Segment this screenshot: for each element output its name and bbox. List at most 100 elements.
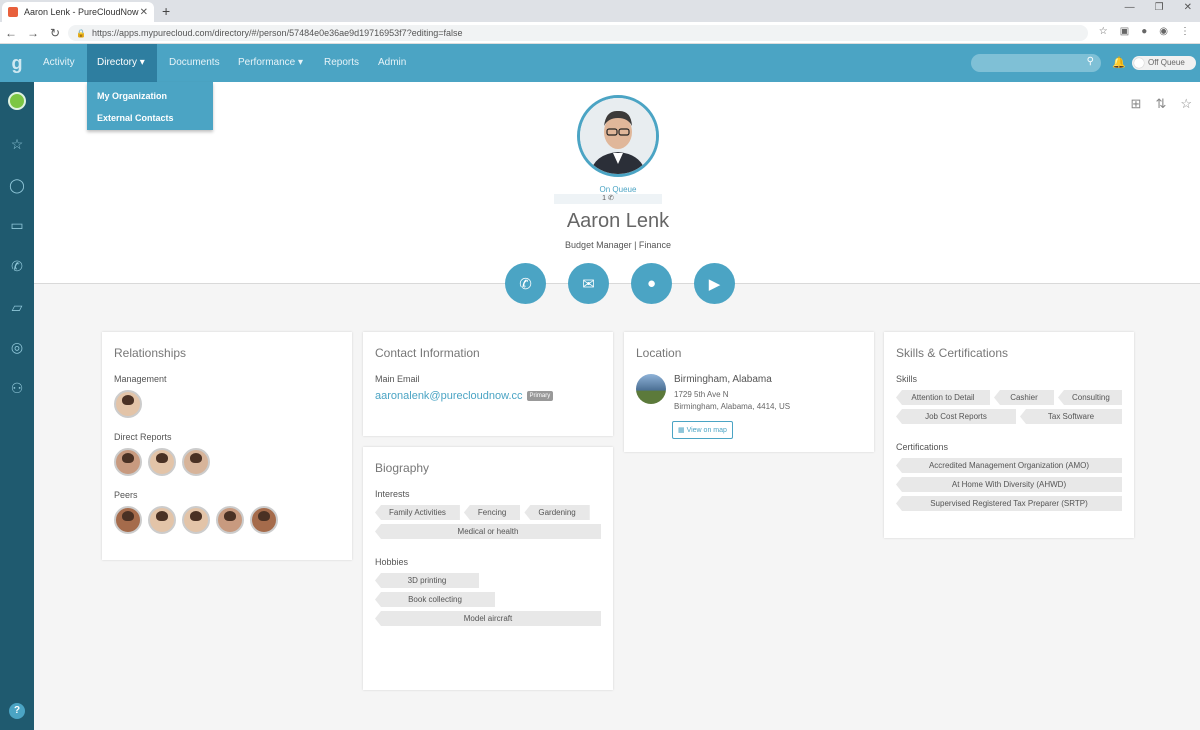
interest-tag: Family Activities (375, 505, 460, 520)
chat-bubble-icon: ● (646, 275, 657, 292)
skills-heading: Skills & Certifications (896, 346, 1009, 360)
minimize-icon[interactable]: — (1125, 2, 1135, 13)
avatar[interactable] (114, 506, 142, 534)
url-field[interactable]: 🔒 https://apps.mypurecloud.com/directory… (68, 25, 1088, 41)
avatar[interactable] (182, 506, 210, 534)
peers-avatars (114, 506, 340, 534)
directory-dropdown-menu: My Organization External Contacts (87, 82, 213, 130)
hobby-tag: 3D printing (375, 573, 479, 588)
notification-bell-icon[interactable]: 🔔 (1112, 56, 1126, 69)
search-icon[interactable]: ⚲ (1087, 56, 1094, 67)
back-icon[interactable]: ← (0, 26, 22, 40)
avatar[interactable] (250, 506, 278, 534)
window-controls: — ❐ ✕ (1125, 2, 1192, 13)
interest-tag: Medical or health (375, 524, 601, 539)
skills-tags: Attention to Detail Cashier Consulting J… (896, 390, 1122, 424)
email-link[interactable]: aaronalenk@purecloudnow.cc (375, 390, 523, 402)
certifications-tags: Accredited Management Organization (AMO)… (896, 458, 1122, 511)
biography-card: Biography Interests Family Activities Fe… (363, 447, 613, 690)
menu-icon[interactable]: ⋮ (1180, 26, 1190, 37)
nav-directory-label: Directory (97, 57, 138, 68)
hobbies-tags: 3D printing Book collecting Model aircra… (375, 573, 601, 626)
relationships-card: Relationships Management Direct Reports … (102, 332, 352, 560)
call-button[interactable]: ✆ (505, 263, 546, 304)
support-icon[interactable]: ◎ (0, 339, 34, 356)
nav-documents[interactable]: Documents (159, 44, 230, 82)
address-block: Birmingham, Alabama 1729 5th Ave N Birmi… (674, 374, 790, 413)
restore-icon[interactable]: ❐ (1155, 2, 1164, 13)
location-heading: Location (636, 346, 682, 360)
help-icon[interactable]: ? (9, 703, 25, 719)
hobbies-label: Hobbies (375, 557, 409, 567)
favorites-star-icon[interactable]: ☆ (0, 136, 34, 153)
nav-admin[interactable]: Admin (368, 44, 416, 82)
city-image (636, 374, 666, 404)
management-avatars (114, 390, 340, 418)
search-input[interactable]: ⚲ (971, 54, 1101, 72)
my-avatar[interactable] (8, 92, 26, 110)
reload-icon[interactable]: ↻ (44, 26, 66, 40)
queue-toggle[interactable]: Off Queue (1132, 56, 1196, 70)
presence-indicator: 1 ✆ (554, 194, 662, 204)
avatar[interactable] (114, 390, 142, 418)
browser-tab-bar: Aaron Lenk - PureCloudNow ✕ + — ❐ ✕ (0, 0, 1200, 22)
avatar[interactable] (148, 448, 176, 476)
phone-icon[interactable]: ✆ (0, 258, 34, 275)
sort-icon[interactable]: ⇅ (1155, 96, 1166, 112)
view-on-map-button[interactable]: ▦ View on map (672, 421, 733, 439)
envelope-icon: ✉ (582, 275, 595, 293)
avatar[interactable] (114, 448, 142, 476)
skill-tag: Job Cost Reports (896, 409, 1016, 424)
email-button[interactable]: ✉ (568, 263, 609, 304)
nav-reports[interactable]: Reports (314, 44, 369, 82)
interest-tag: Gardening (524, 505, 590, 520)
account-icon[interactable]: ◉ (1159, 26, 1168, 37)
video-icon[interactable]: ▭ (0, 217, 34, 234)
nav-activity[interactable]: Activity (33, 44, 85, 82)
new-tab-icon[interactable]: + (162, 3, 170, 19)
certification-tag: Supervised Registered Tax Preparer (SRTP… (896, 496, 1122, 511)
org-chart-icon[interactable]: ⊞ (1131, 96, 1142, 112)
peers-label: Peers (114, 490, 138, 500)
contact-actions: ✆ ✉ ● ▶ (505, 263, 735, 304)
address-bar: ← → ↻ 🔒 https://apps.mypurecloud.com/dir… (0, 22, 1200, 44)
chat-button[interactable]: ● (631, 263, 672, 304)
forward-icon[interactable]: → (22, 26, 44, 40)
profile-tools: ⊞ ⇅ ☆ (1131, 96, 1192, 112)
avatar[interactable] (216, 506, 244, 534)
extension-icon[interactable]: ▣ (1120, 26, 1129, 37)
menu-item-external-contacts[interactable]: External Contacts (87, 107, 213, 129)
skill-tag: Cashier (994, 390, 1054, 405)
certification-tag: Accredited Management Organization (AMO) (896, 458, 1122, 473)
status-label: On Queue (599, 185, 637, 194)
skills-certifications-card: Skills & Certifications Skills Attention… (884, 332, 1134, 538)
skill-tag: Consulting (1058, 390, 1122, 405)
user-settings-icon[interactable]: ⚇ (0, 380, 34, 397)
menu-item-my-organization[interactable]: My Organization (87, 85, 213, 107)
close-tab-icon[interactable]: ✕ (140, 7, 148, 18)
street: 1729 5th Ave N (674, 390, 729, 399)
favorite-star-icon[interactable]: ☆ (1180, 96, 1192, 112)
chat-extension-icon[interactable]: ● (1141, 26, 1147, 37)
video-button[interactable]: ▶ (694, 263, 735, 304)
chat-icon[interactable]: ◯ (0, 177, 34, 194)
avatar[interactable] (148, 506, 176, 534)
extension-icons: ☆ ▣ ● ◉ ⋮ (1099, 26, 1190, 37)
person-title: Budget Manager | Finance (565, 240, 671, 250)
genesys-logo-icon[interactable]: g (0, 44, 34, 82)
bookmark-star-icon[interactable]: ☆ (1099, 26, 1108, 37)
certifications-label: Certifications (896, 442, 949, 452)
avatar[interactable] (182, 448, 210, 476)
app-navigation: g Activity Directory ▾ Documents Perform… (0, 44, 1200, 82)
nav-performance[interactable]: Performance ▾ (228, 44, 313, 82)
region: Birmingham, Alabama, 4414, US (674, 402, 791, 411)
nav-directory[interactable]: Directory ▾ (87, 44, 157, 82)
skills-label: Skills (896, 374, 918, 384)
browser-tab[interactable]: Aaron Lenk - PureCloudNow ✕ (2, 2, 154, 22)
management-label: Management (114, 374, 167, 384)
location-card: Location Birmingham, Alabama 1729 5th Av… (624, 332, 874, 452)
chevron-down-icon: ▾ (139, 57, 145, 68)
location-details: Birmingham, Alabama 1729 5th Ave N Birmi… (636, 374, 862, 413)
close-window-icon[interactable]: ✕ (1184, 2, 1192, 13)
inbox-icon[interactable]: ▱ (0, 299, 34, 316)
